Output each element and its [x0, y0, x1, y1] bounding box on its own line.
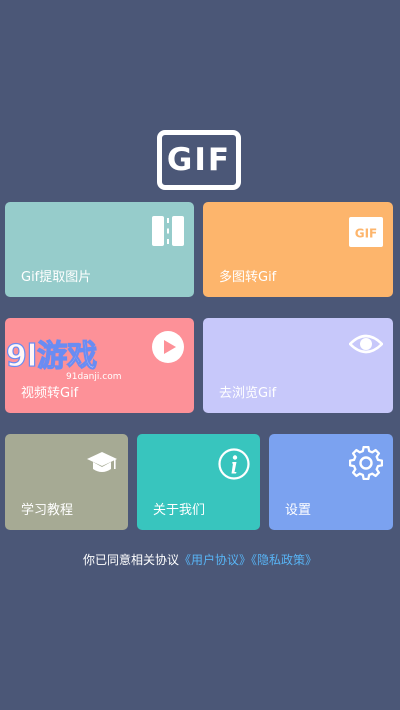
gif-extract-label: Gif提取图片 [21, 270, 92, 285]
tutorial-card[interactable]: 学习教程 [5, 434, 128, 530]
browse-gif-label: 去浏览Gif [219, 386, 277, 401]
logo-text: GIF [166, 141, 232, 178]
info-icon [218, 448, 250, 480]
settings-card[interactable]: 设置 [269, 434, 393, 530]
images-to-gif-label: 多图转Gif [219, 270, 277, 285]
agreement-prefix: 你已同意相关协议 [82, 553, 179, 567]
app-logo: GIF [157, 130, 241, 190]
play-icon [152, 331, 184, 363]
graduation-cap-icon [87, 452, 117, 472]
settings-label: 设置 [285, 503, 312, 518]
user-agreement-link[interactable]: 《用户协议》 [179, 553, 251, 567]
gif-badge-icon: GIF [349, 217, 383, 247]
about-us-label: 关于我们 [153, 503, 206, 518]
agreement-notice: 你已同意相关协议《用户协议》《隐私政策》 [0, 551, 400, 568]
browse-gif-card[interactable]: 去浏览Gif [203, 318, 393, 413]
gear-icon [349, 446, 383, 480]
eye-icon [349, 334, 383, 354]
watermark-small-text: 91danji.com [66, 372, 121, 382]
gif-badge-text: GIF [355, 227, 378, 241]
watermark-big-text: 9l游戏 [6, 339, 97, 374]
watermark-logo: 9l游戏 91danji.com [6, 338, 121, 382]
privacy-policy-link[interactable]: 《隐私政策》 [251, 553, 317, 567]
gif-extract-card[interactable]: Gif提取图片 [5, 202, 194, 297]
film-strip-icon [152, 216, 184, 246]
images-to-gif-card[interactable]: GIF 多图转Gif [203, 202, 393, 297]
tutorial-label: 学习教程 [21, 503, 74, 518]
about-us-card[interactable]: 关于我们 [137, 434, 260, 530]
